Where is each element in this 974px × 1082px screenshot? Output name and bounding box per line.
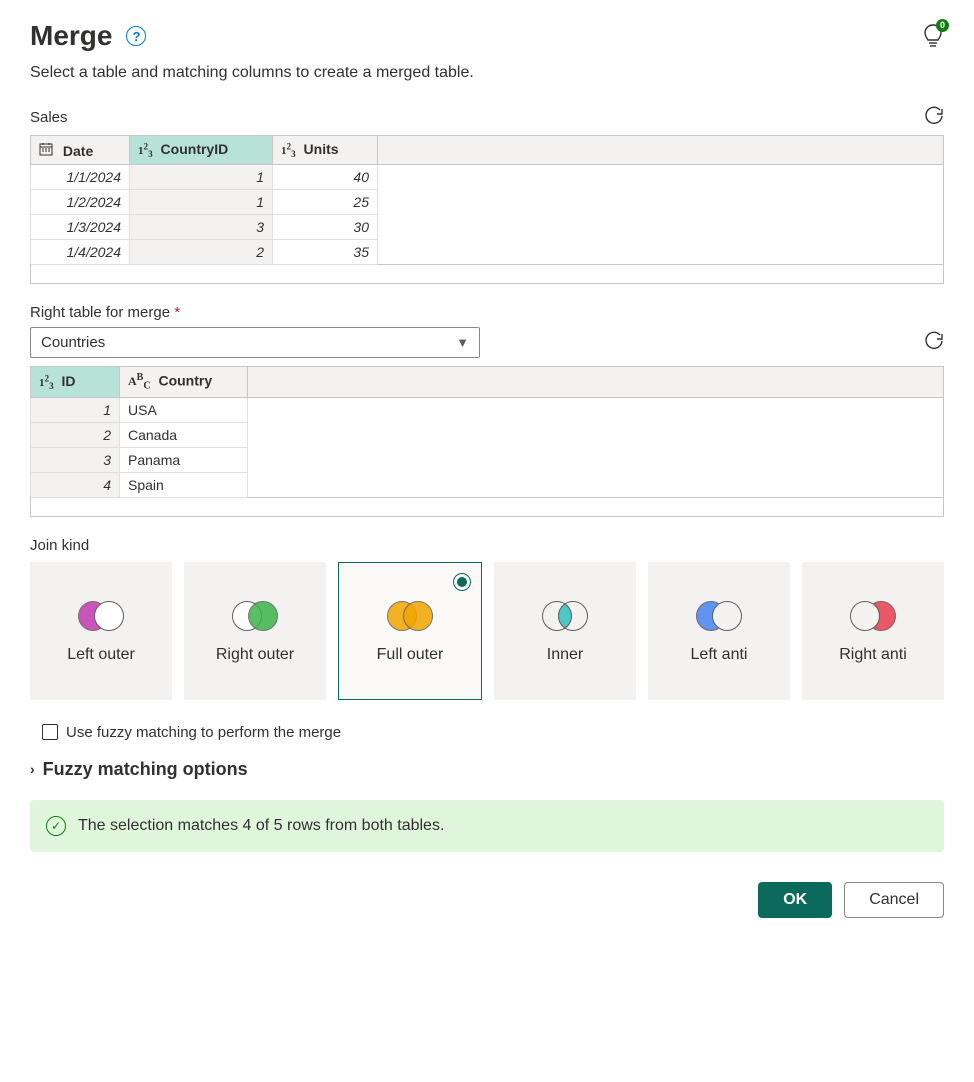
number-type-icon: 123 bbox=[138, 145, 153, 157]
full-outer-icon bbox=[387, 601, 433, 631]
fuzzy-matching-checkbox[interactable] bbox=[42, 724, 58, 740]
join-option-right-anti[interactable]: Right anti bbox=[802, 562, 944, 700]
help-icon[interactable]: ? bbox=[126, 26, 146, 46]
insights-icon[interactable]: 0 bbox=[922, 23, 944, 50]
number-type-icon: 123 bbox=[281, 145, 296, 157]
left-anti-icon bbox=[696, 601, 742, 631]
table-row: 1 USA bbox=[31, 397, 944, 422]
join-option-right-outer[interactable]: Right outer bbox=[184, 562, 326, 700]
ok-button[interactable]: OK bbox=[758, 882, 832, 918]
fuzzy-options-expander[interactable]: › Fuzzy matching options bbox=[30, 759, 944, 780]
left-outer-icon bbox=[78, 601, 124, 631]
right-preview-table: 123 ID ABC Country 1 USA 2 Canada 3 Pana… bbox=[30, 366, 944, 497]
text-type-icon: ABC bbox=[128, 374, 151, 388]
chevron-down-icon: ▼ bbox=[456, 335, 469, 350]
date-type-icon bbox=[39, 142, 53, 156]
success-check-icon: ✓ bbox=[46, 816, 66, 836]
table-row: 4 Spain bbox=[31, 472, 944, 497]
table-row: 1/3/2024 3 30 bbox=[31, 215, 944, 240]
chevron-right-icon: › bbox=[30, 761, 35, 777]
table-row: 1/2/2024 1 25 bbox=[31, 190, 944, 215]
left-table-name: Sales bbox=[30, 109, 68, 126]
right-outer-icon bbox=[232, 601, 278, 631]
table-row: 2 Canada bbox=[31, 422, 944, 447]
table-row: 1/4/2024 2 35 bbox=[31, 240, 944, 265]
dialog-subtitle: Select a table and matching columns to c… bbox=[30, 64, 944, 82]
join-option-left-outer[interactable]: Left outer bbox=[30, 562, 172, 700]
right-table-select[interactable]: Countries ▼ bbox=[30, 327, 480, 358]
join-option-left-anti[interactable]: Left anti bbox=[648, 562, 790, 700]
fuzzy-checkbox-label: Use fuzzy matching to perform the merge bbox=[66, 724, 341, 741]
selected-radio-icon bbox=[453, 573, 471, 591]
dialog-title: Merge bbox=[30, 20, 112, 52]
number-type-icon: 123 bbox=[39, 377, 54, 389]
column-header-countryid[interactable]: 123 CountryID bbox=[130, 136, 273, 165]
left-preview-table: Date 123 CountryID 123 Units 1/1/2024 1 … bbox=[30, 135, 944, 265]
column-header-country[interactable]: ABC Country bbox=[120, 367, 248, 397]
right-anti-icon bbox=[850, 601, 896, 631]
column-header-date[interactable]: Date bbox=[31, 136, 130, 165]
table-row: 1/1/2024 1 40 bbox=[31, 165, 944, 190]
insights-badge: 0 bbox=[936, 19, 949, 32]
refresh-left-icon[interactable] bbox=[924, 106, 944, 129]
join-option-inner[interactable]: Inner bbox=[494, 562, 636, 700]
inner-icon bbox=[542, 601, 588, 631]
table-row: 3 Panama bbox=[31, 447, 944, 472]
refresh-right-icon[interactable] bbox=[924, 331, 944, 354]
column-header-id[interactable]: 123 ID bbox=[31, 367, 120, 397]
match-status-bar: ✓ The selection matches 4 of 5 rows from… bbox=[30, 800, 944, 852]
column-header-units[interactable]: 123 Units bbox=[273, 136, 378, 165]
cancel-button[interactable]: Cancel bbox=[844, 882, 944, 918]
right-table-label: Right table for merge * bbox=[30, 304, 944, 321]
join-kind-label: Join kind bbox=[30, 537, 944, 554]
join-option-full-outer[interactable]: Full outer bbox=[338, 562, 482, 700]
